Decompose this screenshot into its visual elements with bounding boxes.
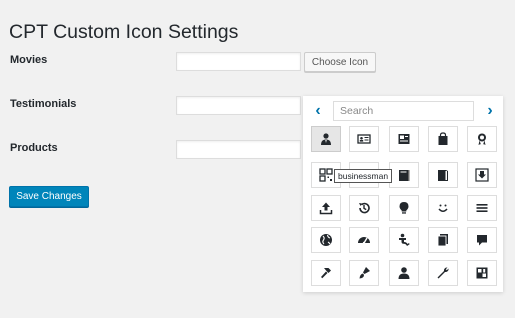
id-card-alt-icon: [398, 134, 410, 144]
person-icon: [398, 267, 410, 279]
icon-option-shopping-bag[interactable]: [428, 126, 458, 152]
icon-option-wrench[interactable]: [428, 260, 458, 286]
page-title: CPT Custom Icon Settings: [9, 21, 239, 44]
icon-option-upload[interactable]: [311, 195, 341, 221]
art-icon: [359, 267, 370, 279]
icon-picker: ‹ Search ›: [303, 96, 503, 292]
icon-option-globe[interactable]: [311, 227, 341, 253]
globe-icon: [320, 234, 332, 246]
businessman-icon: [321, 133, 331, 145]
qr-code-icon: [319, 168, 333, 182]
icon-option-comment[interactable]: [467, 227, 497, 253]
icon-option-id-card[interactable]: [349, 126, 379, 152]
icon-option-person[interactable]: [389, 260, 419, 286]
icon-option-archive[interactable]: [467, 260, 497, 286]
menu-icon: [476, 204, 488, 212]
movies-label: Movies: [10, 54, 48, 66]
wrench-icon: [437, 267, 449, 279]
smiley-icon: [438, 204, 448, 212]
prev-page-arrow[interactable]: ‹: [312, 103, 324, 119]
backup-icon: [359, 202, 370, 214]
performance-icon: [358, 237, 370, 245]
id-card-icon: [357, 134, 371, 144]
icon-search-input[interactable]: Search: [333, 101, 474, 121]
icon-option-backup[interactable]: [349, 195, 379, 221]
hammer-icon: [321, 268, 331, 279]
icon-option-performance[interactable]: [349, 227, 379, 253]
icon-option-book[interactable]: [389, 162, 419, 188]
testimonials-input[interactable]: [176, 96, 301, 115]
comment-icon: [477, 235, 487, 246]
pages-icon: [437, 234, 448, 247]
lightbulb-icon: [399, 202, 409, 214]
next-page-arrow[interactable]: ›: [484, 103, 496, 119]
icon-option-lightbulb[interactable]: [389, 195, 419, 221]
icon-option-id-card-alt[interactable]: [389, 126, 419, 152]
archive-icon: [476, 267, 488, 279]
icon-option-hammer[interactable]: [311, 260, 341, 286]
award-icon: [478, 133, 486, 146]
products-input[interactable]: [176, 140, 301, 159]
movies-input[interactable]: [176, 52, 301, 71]
icon-tooltip: businessman: [334, 169, 393, 183]
icon-option-menu[interactable]: [467, 195, 497, 221]
icon-option-pages[interactable]: [428, 227, 458, 253]
book-icon: [399, 170, 410, 181]
universal-access-icon: [399, 233, 410, 246]
icon-option-art[interactable]: [349, 260, 379, 286]
download-icon: [475, 168, 489, 182]
icon-option-universal-access[interactable]: [389, 227, 419, 253]
upload-icon: [319, 202, 333, 215]
products-label: Products: [10, 142, 58, 154]
icon-option-award[interactable]: [467, 126, 497, 152]
save-changes-button[interactable]: Save Changes: [9, 186, 89, 207]
book-alt-icon: [438, 170, 448, 181]
icon-option-businessman[interactable]: [311, 126, 341, 152]
icon-option-smiley[interactable]: [428, 195, 458, 221]
testimonials-label: Testimonials: [10, 98, 77, 110]
shopping-bag-icon: [438, 132, 448, 145]
choose-icon-button[interactable]: Choose Icon: [304, 52, 376, 72]
icon-option-download[interactable]: [467, 162, 497, 188]
icon-option-book-alt[interactable]: [428, 162, 458, 188]
